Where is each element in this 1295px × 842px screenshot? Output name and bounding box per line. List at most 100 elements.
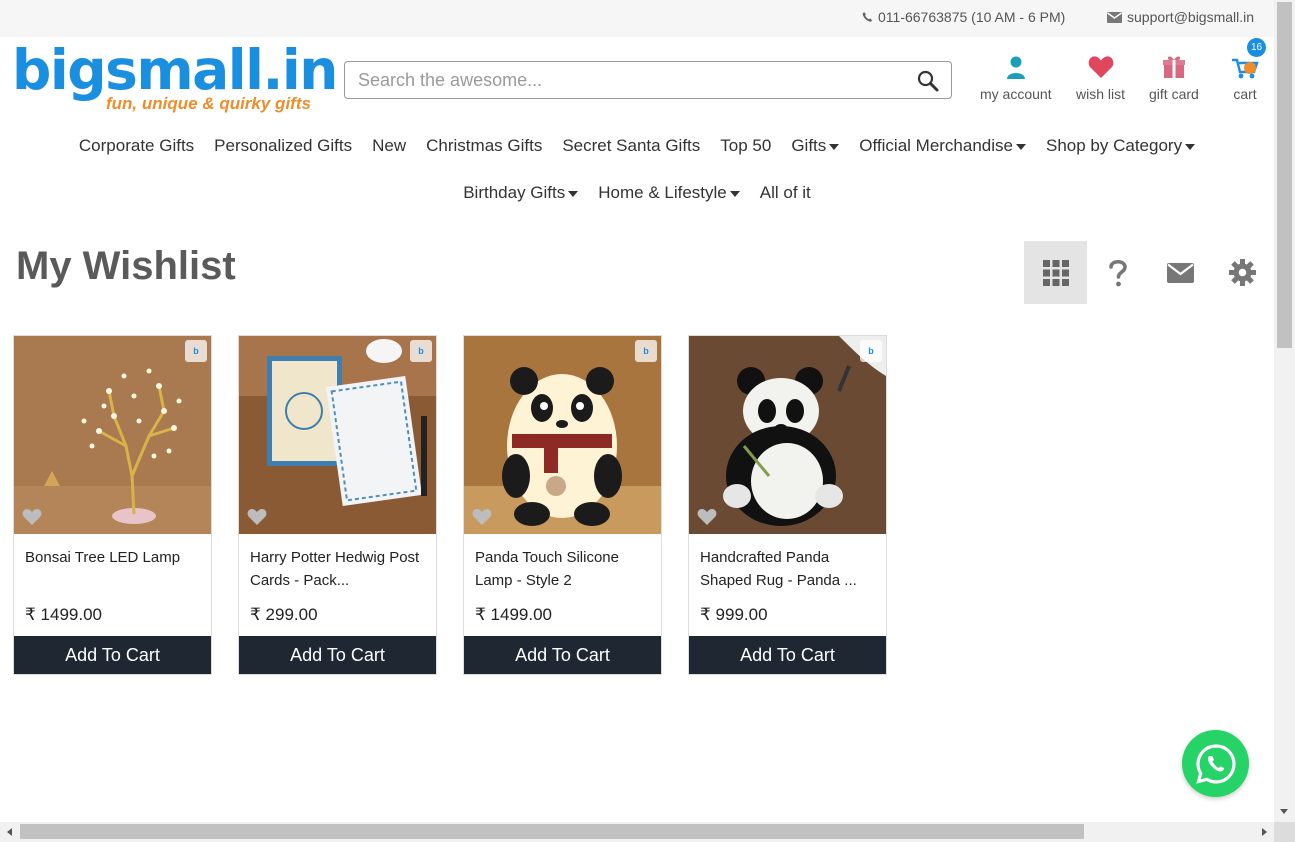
logo-brand-text: bigsmall.in — [12, 38, 338, 102]
product-name[interactable]: Panda Touch Silicone Lamp - Style 2 — [475, 546, 653, 592]
nav-item-official-merchandise[interactable]: Official Merchandise — [849, 136, 1036, 156]
scroll-right-arrow-icon[interactable] — [1262, 828, 1267, 836]
nav-label: Personalized Gifts — [214, 136, 353, 155]
my-account-link[interactable]: my account — [980, 52, 1052, 102]
cart-link[interactable]: 16 cart — [1230, 38, 1266, 102]
gift-card-link[interactable]: gift card — [1149, 52, 1199, 102]
heart-icon[interactable] — [247, 508, 267, 526]
whatsapp-icon — [1195, 743, 1236, 784]
caret-down-icon — [729, 191, 740, 197]
horizontal-scrollbar[interactable] — [0, 822, 1274, 842]
caret-down-icon — [1015, 144, 1026, 150]
nav-item-shop-by-category[interactable]: Shop by Category — [1036, 136, 1205, 156]
scroll-left-arrow-icon[interactable] — [7, 828, 12, 836]
logo-tagline: fun, unique & quirky gifts — [106, 94, 311, 113]
nav-item-home-lifestyle[interactable]: Home & Lifestyle — [588, 183, 750, 203]
whatsapp-chat-button[interactable] — [1182, 730, 1249, 797]
nav-item-top-50[interactable]: Top 50 — [710, 136, 781, 156]
product-name[interactable]: Harry Potter Hedwig Post Cards - Pack... — [250, 546, 428, 592]
settings-button[interactable] — [1211, 241, 1274, 304]
nav-item-christmas-gifts[interactable]: Christmas Gifts — [416, 136, 552, 156]
nav-item-personalized-gifts[interactable]: Personalized Gifts — [204, 136, 362, 156]
panda-rug-image — [689, 336, 886, 534]
help-button[interactable] — [1086, 241, 1149, 304]
nav-label: New — [372, 136, 407, 155]
search-button[interactable] — [917, 70, 939, 92]
product-price: ₹ 299.00 — [250, 605, 318, 624]
gift-icon — [1162, 56, 1185, 78]
add-to-cart-button[interactable]: Add To Cart — [689, 636, 886, 674]
nav-label: Home & Lifestyle — [598, 183, 727, 202]
vertical-scroll-thumb[interactable] — [1277, 2, 1292, 348]
product-price: ₹ 1499.00 — [475, 605, 552, 624]
wishlist-label: wish list — [1076, 86, 1126, 102]
email-contact[interactable]: support@bigsmall.in — [1107, 9, 1254, 25]
main-nav-row-1: Corporate Gifts Personalized Gifts New C… — [0, 136, 1274, 156]
nav-label: Secret Santa Gifts — [562, 136, 701, 155]
search-icon — [917, 70, 939, 92]
phone-icon — [862, 12, 873, 22]
cart-count-badge: 16 — [1247, 38, 1266, 57]
add-to-cart-button[interactable]: Add To Cart — [14, 636, 211, 674]
product-price: ₹ 1499.00 — [25, 605, 102, 624]
caret-down-icon — [829, 144, 840, 150]
site-logo[interactable]: bigsmall.in fun, unique & quirky gifts — [12, 38, 338, 118]
nav-item-new[interactable]: New — [362, 136, 416, 156]
product-image[interactable]: b — [239, 336, 436, 534]
product-image[interactable]: b — [14, 336, 211, 534]
envelope-icon — [1107, 11, 1122, 23]
email-wishlist-button[interactable] — [1149, 241, 1212, 304]
nav-item-all-of-it[interactable]: All of it — [750, 183, 821, 203]
nav-label: Official Merchandise — [859, 136, 1013, 155]
nav-item-corporate-gifts[interactable]: Corporate Gifts — [69, 136, 204, 156]
nav-item-secret-santa-gifts[interactable]: Secret Santa Gifts — [552, 136, 710, 156]
nav-label: Corporate Gifts — [78, 136, 195, 155]
mail-icon — [1167, 262, 1194, 283]
caret-down-icon — [568, 191, 579, 197]
hedwig-postcards-image — [239, 336, 436, 534]
caret-down-icon — [1185, 144, 1196, 150]
nav-item-gifts[interactable]: Gifts — [781, 136, 849, 156]
scroll-down-arrow-icon[interactable] — [1280, 809, 1288, 814]
product-card[interactable]: b Bonsai Tree LED Lamp ₹ 1499.00 Add To … — [13, 335, 212, 675]
bonsai-lamp-image — [14, 336, 211, 534]
grid-view-button[interactable] — [1024, 241, 1087, 304]
product-price: ₹ 999.00 — [700, 605, 768, 624]
heart-icon[interactable] — [22, 508, 42, 526]
main-nav-row-2: Birthday Gifts Home & Lifestyle All of i… — [0, 183, 1274, 203]
heart-icon[interactable] — [472, 508, 492, 526]
scrollbar-corner — [1274, 822, 1295, 842]
panda-lamp-image — [464, 336, 661, 534]
nav-label: All of it — [759, 183, 811, 202]
heart-icon — [1088, 56, 1113, 78]
product-card[interactable]: b Harry Potter Hedwig Post Cards - Pack.… — [238, 335, 437, 675]
grid-icon — [1042, 259, 1069, 286]
wishlist-link[interactable]: wish list — [1076, 52, 1125, 102]
search-box — [344, 61, 952, 99]
product-name[interactable]: Bonsai Tree LED Lamp — [25, 546, 203, 569]
product-image[interactable]: b — [689, 336, 886, 534]
user-icon — [1006, 56, 1025, 79]
bigsmall-badge-icon: b — [410, 340, 432, 362]
horizontal-scroll-thumb[interactable] — [20, 824, 1084, 839]
add-to-cart-button[interactable]: Add To Cart — [464, 636, 661, 674]
nav-label: Gifts — [791, 136, 827, 155]
phone-contact[interactable]: 011-66763875 (10 AM - 6 PM) — [862, 9, 1065, 25]
nav-item-birthday-gifts[interactable]: Birthday Gifts — [453, 183, 588, 203]
top-contact-bar: 011-66763875 (10 AM - 6 PM) support@bigs… — [0, 0, 1274, 37]
product-image[interactable]: b — [464, 336, 661, 534]
add-to-cart-button[interactable]: Add To Cart — [239, 636, 436, 674]
help-icon — [1108, 259, 1127, 286]
heart-icon[interactable] — [697, 508, 717, 526]
product-card[interactable]: b Panda Touch Silicone Lamp - Style 2 ₹ … — [463, 335, 662, 675]
search-input[interactable] — [345, 62, 905, 98]
bigsmall-badge-icon: b — [185, 340, 207, 362]
bigsmall-badge-icon: b — [860, 340, 882, 362]
nav-label: Top 50 — [720, 136, 772, 155]
bigsmall-badge-icon: b — [635, 340, 657, 362]
product-card[interactable]: b Handcrafted Panda Shaped Rug - Panda .… — [688, 335, 887, 675]
vertical-scrollbar[interactable] — [1274, 0, 1295, 822]
page-title: My Wishlist — [16, 244, 236, 288]
my-account-label: my account — [980, 86, 1052, 102]
product-name[interactable]: Handcrafted Panda Shaped Rug - Panda ... — [700, 546, 878, 592]
